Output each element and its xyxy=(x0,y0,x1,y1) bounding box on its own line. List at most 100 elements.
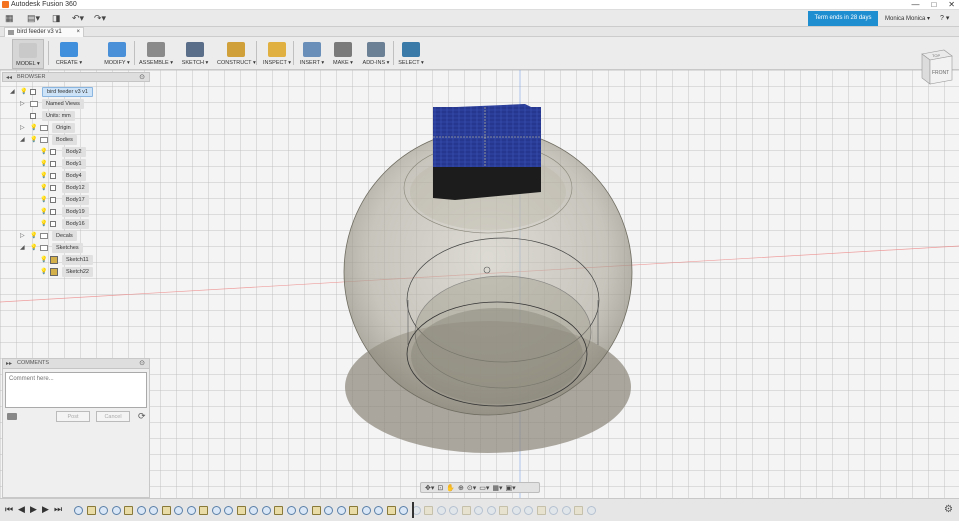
timeline-feature-icon[interactable] xyxy=(386,506,396,515)
timeline-feature-icon[interactable] xyxy=(186,506,196,515)
tree-origin[interactable]: ▷ 💡 Origin xyxy=(20,123,148,133)
display-settings-icon[interactable]: ▭▾ xyxy=(479,484,489,492)
viewcube[interactable]: TOP FRONT xyxy=(918,48,954,88)
pin-icon[interactable]: ⊙ xyxy=(139,73,145,82)
go-to-start-icon[interactable]: ⏮ xyxy=(5,504,13,515)
tree-body-item[interactable]: 💡 Body2 xyxy=(30,147,148,157)
timeline-feature-icon[interactable] xyxy=(461,506,471,515)
camera-icon[interactable] xyxy=(7,413,17,420)
post-button[interactable]: Post xyxy=(56,411,90,422)
close-tab-icon[interactable]: × xyxy=(76,28,80,37)
inspect-tool[interactable]: INSPECT ▾ xyxy=(262,39,292,69)
addins-tool[interactable]: ADD-INS ▾ xyxy=(361,39,391,69)
collapse-arrow-icon[interactable]: ◢ xyxy=(10,87,16,97)
assemble-tool[interactable]: ASSEMBLE ▾ xyxy=(138,39,174,69)
visibility-bulb-icon[interactable]: 💡 xyxy=(30,244,37,252)
tree-body-item[interactable]: 💡 Body1 xyxy=(30,159,148,169)
timeline-settings-icon[interactable]: ⚙ xyxy=(944,504,953,515)
timeline-feature-icon[interactable] xyxy=(99,506,108,515)
timeline-feature-icon[interactable] xyxy=(161,506,171,515)
app-grid-icon[interactable]: ▦ xyxy=(5,13,14,24)
timeline-feature-icon[interactable] xyxy=(486,506,496,515)
timeline-feature-icon[interactable] xyxy=(149,506,158,515)
tree-body-item[interactable]: 💡 Body16 xyxy=(30,219,148,229)
grid-settings-icon[interactable]: ▦▾ xyxy=(492,484,502,492)
make-tool[interactable]: MAKE ▾ xyxy=(330,39,356,69)
help-menu[interactable]: ? ▾ xyxy=(940,14,949,22)
timeline-feature-icon[interactable] xyxy=(561,506,571,515)
timeline-feature-icon[interactable] xyxy=(536,506,546,515)
modify-tool[interactable]: MODIFY ▾ xyxy=(100,39,134,69)
timeline-feature-icon[interactable] xyxy=(549,506,558,515)
user-menu[interactable]: Monica Monica ▾ xyxy=(885,15,930,22)
document-tab[interactable]: bird feeder v3 v1 × xyxy=(4,27,84,37)
close-button[interactable]: ✕ xyxy=(948,0,955,9)
visibility-bulb-icon[interactable]: 💡 xyxy=(40,268,47,276)
step-back-icon[interactable]: ◀ xyxy=(18,504,25,515)
collapse-icon[interactable]: ◂◂ xyxy=(6,74,12,83)
timeline-feature-icon[interactable] xyxy=(436,506,446,515)
timeline-feature-icon[interactable] xyxy=(374,506,383,515)
timeline-feature-icon[interactable] xyxy=(249,506,258,515)
minimize-button[interactable]: — xyxy=(911,0,919,9)
file-menu-icon[interactable]: ▤▾ xyxy=(27,13,40,24)
tree-decals[interactable]: ▷ 💡 Decals xyxy=(20,231,148,241)
trial-badge[interactable]: Term ends in 28 days xyxy=(808,11,878,26)
tree-units[interactable]: Units: mm xyxy=(20,111,148,121)
timeline-feature-icon[interactable] xyxy=(336,506,346,515)
tree-sketch-item[interactable]: 💡 Sketch11 xyxy=(30,255,148,265)
timeline-feature-icon[interactable] xyxy=(324,506,333,515)
visibility-bulb-icon[interactable]: 💡 xyxy=(20,88,27,96)
model-tool[interactable]: MODEL ▾ xyxy=(12,39,44,69)
timeline-feature-icon[interactable] xyxy=(236,506,246,515)
insert-tool[interactable]: INSERT ▾ xyxy=(298,39,326,69)
tree-sketches[interactable]: ◢ 💡 Sketches xyxy=(20,243,148,253)
timeline-feature-icon[interactable] xyxy=(574,506,583,515)
visibility-bulb-icon[interactable]: 💡 xyxy=(30,232,37,240)
select-tool[interactable]: SELECT ▾ xyxy=(398,39,424,69)
visibility-bulb-icon[interactable]: 💡 xyxy=(40,208,47,216)
visibility-bulb-icon[interactable]: 💡 xyxy=(40,172,47,180)
undo-icon[interactable]: ↶▾ xyxy=(72,13,84,24)
fit-icon[interactable]: ⊙▾ xyxy=(467,484,476,492)
viewcube-icon[interactable]: TOP FRONT xyxy=(918,48,954,88)
redo-icon[interactable]: ↷▾ xyxy=(94,13,106,24)
create-tool[interactable]: CREATE ▾ xyxy=(52,39,86,69)
timeline-feature-icon[interactable] xyxy=(586,506,596,515)
timeline-feature-icon[interactable] xyxy=(524,506,533,515)
tree-body-item[interactable]: 💡 Body4 xyxy=(30,171,148,181)
timeline-feature-icon[interactable] xyxy=(399,506,408,515)
timeline-feature-icon[interactable] xyxy=(261,506,271,515)
visibility-bulb-icon[interactable]: 💡 xyxy=(40,256,47,264)
expand-arrow-icon[interactable]: ▷ xyxy=(20,99,26,109)
timeline-feature-icon[interactable] xyxy=(311,506,321,515)
timeline-feature-icon[interactable] xyxy=(74,506,83,515)
timeline-feature-icon[interactable] xyxy=(86,506,96,515)
visibility-bulb-icon[interactable]: 💡 xyxy=(40,160,47,168)
expand-icon[interactable]: ▸▸ xyxy=(6,360,12,369)
collapse-arrow-icon[interactable]: ◢ xyxy=(20,135,26,145)
timeline-feature-icon[interactable] xyxy=(224,506,233,515)
visibility-bulb-icon[interactable]: 💡 xyxy=(30,124,37,132)
browser-header[interactable]: ◂◂ BROWSER ⊙ xyxy=(2,72,150,82)
expand-arrow-icon[interactable]: ▷ xyxy=(20,123,26,133)
zoom-icon[interactable]: ⊕ xyxy=(458,484,464,492)
timeline-feature-icon[interactable] xyxy=(136,506,146,515)
timeline-feature-icon[interactable] xyxy=(474,506,483,515)
sketch-tool[interactable]: SKETCH ▾ xyxy=(180,39,210,69)
timeline-feature-icon[interactable] xyxy=(424,506,433,515)
tree-body-item[interactable]: 💡 Body19 xyxy=(30,207,148,217)
timeline-feature-icon[interactable] xyxy=(211,506,221,515)
visibility-bulb-icon[interactable]: 💡 xyxy=(40,148,47,156)
timeline-marker[interactable] xyxy=(412,502,414,518)
tree-bodies[interactable]: ◢ 💡 Bodies xyxy=(20,135,148,145)
visibility-bulb-icon[interactable]: 💡 xyxy=(30,136,37,144)
visibility-bulb-icon[interactable]: 💡 xyxy=(40,196,47,204)
timeline-feature-icon[interactable] xyxy=(174,506,183,515)
step-forward-icon[interactable]: ▶ xyxy=(42,504,49,515)
visibility-bulb-icon[interactable]: 💡 xyxy=(40,184,47,192)
timeline-feature-icon[interactable] xyxy=(124,506,133,515)
save-icon[interactable]: ◨ xyxy=(52,13,61,24)
tree-body-item[interactable]: 💡 Body12 xyxy=(30,183,148,193)
construct-tool[interactable]: CONSTRUCT ▾ xyxy=(217,39,256,69)
